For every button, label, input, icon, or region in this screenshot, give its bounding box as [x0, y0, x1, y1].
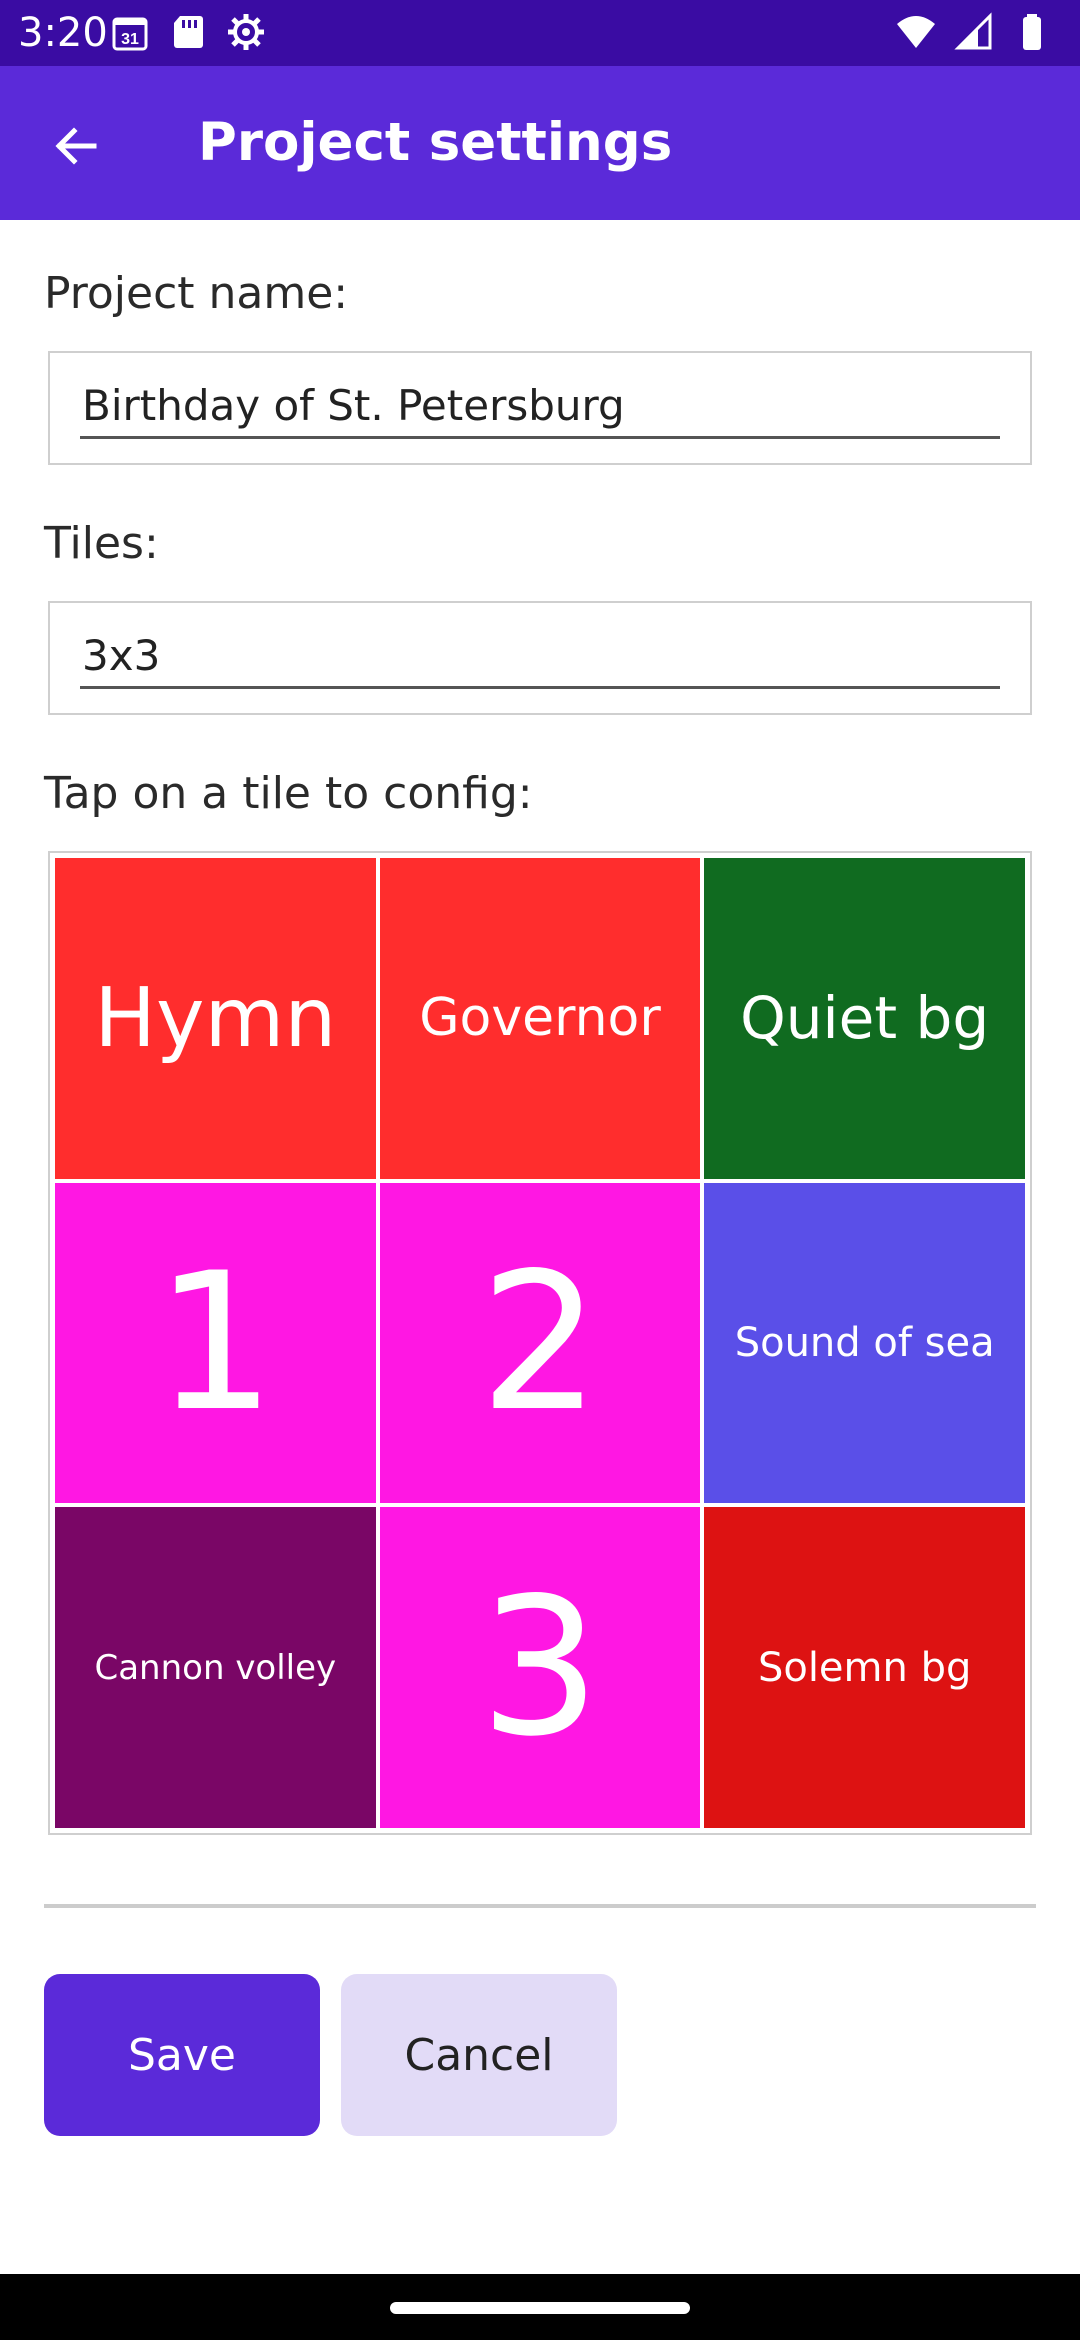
tiles-label: Tiles:: [44, 518, 159, 569]
back-button[interactable]: [30, 106, 120, 186]
tile-1[interactable]: Hymn: [55, 858, 376, 1179]
home-gesture-handle[interactable]: [390, 2302, 690, 2314]
status-time: 3:20: [18, 10, 108, 56]
settings-gear-icon: [228, 14, 264, 50]
calendar-day-text: 31: [121, 31, 139, 48]
tiles-input[interactable]: [80, 625, 1000, 689]
tile-5[interactable]: 2: [379, 1182, 701, 1504]
page-title: Project settings: [198, 112, 673, 173]
status-icons-right: [896, 12, 1052, 52]
tile-7[interactable]: Cannon volley: [55, 1507, 376, 1828]
grid-label: Tap on a tile to config:: [44, 768, 533, 819]
cancel-button[interactable]: Cancel: [341, 1974, 617, 2136]
sd-card-icon: [174, 16, 203, 48]
tile-grid-frame: Hymn Governor Quiet bg 1 2 Sound of sea …: [48, 851, 1032, 1835]
save-button[interactable]: Save: [44, 1974, 320, 2136]
wifi-icon: [897, 16, 935, 48]
signal-icon: [954, 12, 992, 50]
tile-2[interactable]: Governor: [379, 858, 701, 1179]
tiles-field-box: [48, 601, 1032, 715]
project-name-input[interactable]: [80, 375, 1000, 439]
tile-8[interactable]: 3: [379, 1507, 701, 1828]
arrow-left-icon: [55, 127, 97, 165]
tile-4[interactable]: 1: [55, 1182, 376, 1504]
tile-6[interactable]: Sound of sea: [704, 1182, 1025, 1504]
project-name-label: Project name:: [44, 268, 349, 319]
tile-grid: Hymn Governor Quiet bg 1 2 Sound of sea …: [55, 858, 1025, 1828]
navigation-bar: [0, 2274, 1080, 2340]
status-bar: 3:20 31: [0, 0, 1080, 66]
app-bar: Project settings: [0, 66, 1080, 220]
tile-3[interactable]: Quiet bg: [704, 858, 1025, 1179]
battery-icon: [1023, 14, 1041, 50]
calendar-icon: 31: [112, 17, 148, 51]
project-name-field-box: [48, 351, 1032, 465]
tile-9[interactable]: Solemn bg: [704, 1507, 1025, 1828]
status-icons-left: 31: [110, 12, 266, 52]
divider: [44, 1904, 1036, 1908]
